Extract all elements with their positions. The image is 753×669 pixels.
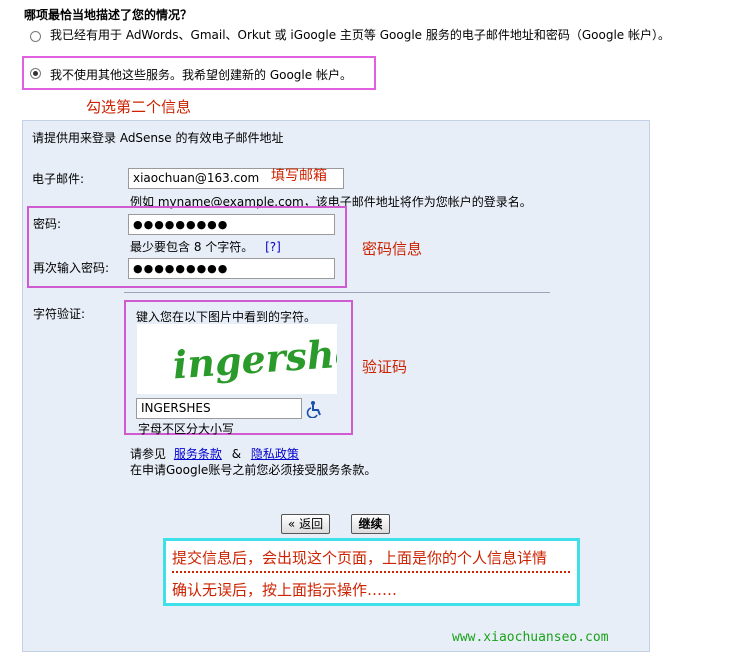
captcha-image-text: ingershes bbox=[171, 328, 337, 387]
captcha-instruction: 键入您在以下图片中看到的字符。 bbox=[136, 310, 317, 324]
terms-ampersand: & bbox=[231, 447, 242, 461]
radio-new-account[interactable] bbox=[30, 68, 41, 79]
after-submit-note-box: 提交信息后，会出现这个页面，上面是你的个人信息详情 确认无误后，按上面指示操作…… bbox=[163, 538, 580, 606]
after-submit-note-line1: 提交信息后，会出现这个页面，上面是你的个人信息详情 bbox=[172, 549, 548, 567]
radio-existing-account[interactable] bbox=[30, 31, 41, 42]
password-hint-text: 最少要包含 8 个字符。 bbox=[130, 240, 254, 254]
page-question: 哪项最恰当地描述了您的情况？ bbox=[24, 8, 193, 22]
annotation-captcha: 验证码 bbox=[362, 358, 408, 376]
terms-prefix: 请参见 bbox=[130, 447, 167, 461]
annotation-fill-email: 填写邮箱 bbox=[271, 168, 327, 184]
captcha-image: ingershes bbox=[137, 324, 381, 394]
note-divider bbox=[172, 571, 570, 573]
terms-note: 在申请Google账号之前您必须接受服务条款。 bbox=[130, 463, 377, 477]
email-label: 电子邮件: bbox=[32, 172, 85, 186]
section-divider bbox=[124, 292, 550, 293]
annotation-select-second: 勾选第二个信息 bbox=[86, 98, 192, 116]
after-submit-note-line2: 确认无误后，按上面指示操作…… bbox=[172, 581, 398, 599]
password-hint: 最少要包含 8 个字符。 [?] bbox=[130, 238, 281, 255]
wheelchair-icon[interactable] bbox=[306, 400, 324, 419]
captcha-case-note: 字母不区分大小写 bbox=[138, 422, 235, 436]
terms-line: 请参见 服务条款 & 隐私政策 bbox=[130, 445, 299, 462]
password-help-link[interactable]: [?] bbox=[265, 240, 281, 254]
password-field[interactable]: ●●●●●●●●● bbox=[128, 214, 335, 235]
password-label: 密码: bbox=[33, 217, 62, 231]
continue-button[interactable]: 继续 bbox=[351, 514, 390, 534]
email-field[interactable]: xiaochuan@163.com 填写邮箱 bbox=[128, 168, 344, 189]
option-new-account-label: 我不使用其他这些服务。我希望创建新的 Google 帐户。 bbox=[50, 68, 352, 82]
email-value: xiaochuan@163.com bbox=[133, 171, 260, 185]
confirm-password-field[interactable]: ●●●●●●●●● bbox=[128, 258, 335, 279]
option-existing-account-label: 我已经有用于 AdWords、Gmail、Orkut 或 iGoogle 主页等… bbox=[50, 28, 670, 42]
back-button[interactable]: « 返回 bbox=[281, 514, 330, 534]
privacy-policy-link[interactable]: 隐私政策 bbox=[251, 447, 299, 461]
confirm-password-label: 再次输入密码: bbox=[33, 261, 110, 275]
captcha-label: 字符验证: bbox=[33, 307, 86, 321]
annotation-password-info: 密码信息 bbox=[362, 240, 423, 258]
captcha-input[interactable]: INGERSHES bbox=[136, 398, 302, 419]
watermark: www.xiaochuanseo.com bbox=[452, 630, 609, 645]
captcha-image-graphic: ingershes bbox=[171, 328, 381, 387]
terms-of-service-link[interactable]: 服务条款 bbox=[174, 447, 222, 461]
form-intro: 请提供用来登录 AdSense 的有效电子邮件地址 bbox=[32, 131, 284, 145]
